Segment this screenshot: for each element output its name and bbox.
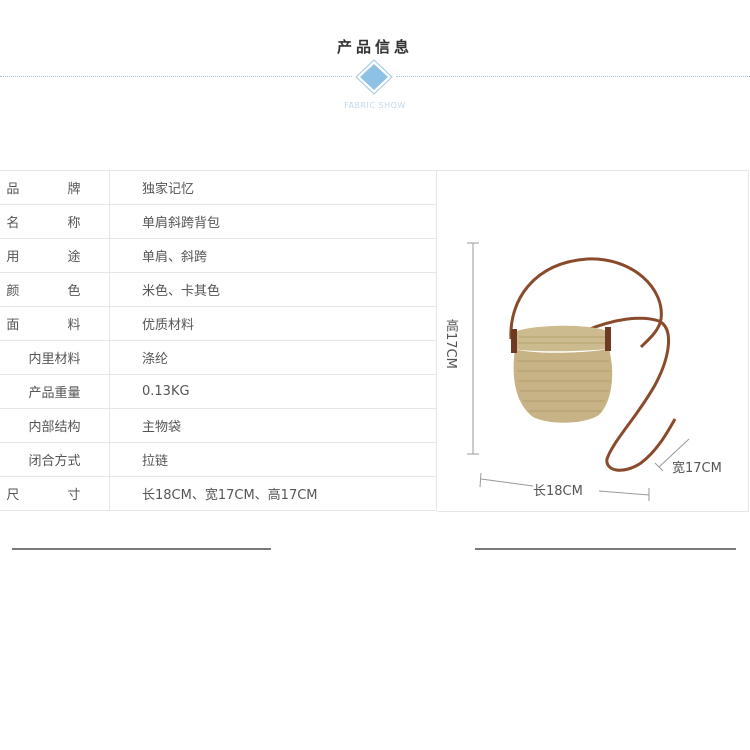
spec-value-name: 单肩斜跨背包 — [109, 204, 437, 239]
spec-value-size: 长18CM、宽17CM、高17CM — [109, 476, 437, 511]
spec-key-brand: 品 牌 — [0, 170, 110, 205]
spec-value-color: 米色、卡其色 — [109, 272, 437, 307]
spec-value-usage: 单肩、斜跨 — [109, 238, 437, 273]
table-row: 名 称 单肩斜跨背包 — [0, 204, 437, 239]
spec-key-structure: 内部结构 — [0, 408, 110, 443]
table-row: 内部结构 主物袋 — [0, 408, 437, 443]
spec-key-lining: 内里材料 — [0, 340, 110, 375]
spec-value-material: 优质材料 — [109, 306, 437, 341]
product-image-panel: 高17CM 长18CM 宽17CM — [437, 170, 749, 512]
spec-key-closure: 闭合方式 — [0, 442, 110, 477]
footer-divider-left — [12, 548, 271, 550]
spec-table: 品 牌 独家记忆 名 称 单肩斜跨背包 用 途 单肩、斜跨 颜 色 米色、卡其色… — [0, 170, 437, 511]
spec-value-closure: 拉链 — [109, 442, 437, 477]
spec-value-lining: 涤纶 — [109, 340, 437, 375]
spec-key-color: 颜 色 — [0, 272, 110, 307]
table-row: 闭合方式 拉链 — [0, 442, 437, 477]
header-divider-right — [396, 76, 750, 77]
table-row: 面 料 优质材料 — [0, 306, 437, 341]
diamond-ornament-icon — [352, 58, 396, 98]
table-row: 内里材料 涤纶 — [0, 340, 437, 375]
height-dimension-label: 高17CM — [443, 319, 458, 369]
spec-value-brand: 独家记忆 — [109, 170, 437, 205]
section-title: 产品信息 — [336, 38, 413, 56]
width-dimension-label: 宽17CM — [672, 461, 722, 476]
spec-key-weight: 产品重量 — [0, 374, 110, 409]
header-divider-left — [0, 76, 352, 77]
footer-divider-right — [475, 548, 736, 550]
table-row: 用 途 单肩、斜跨 — [0, 238, 437, 273]
length-dimension-label: 长18CM — [533, 484, 583, 499]
spec-key-material: 面 料 — [0, 306, 110, 341]
table-row: 产品重量 0.13KG — [0, 374, 437, 409]
table-row: 尺 寸 长18CM、宽17CM、高17CM — [0, 476, 437, 511]
section-subtitle: FABRIC SHOW — [344, 101, 406, 110]
spec-value-weight: 0.13KG — [109, 374, 437, 409]
spec-value-structure: 主物袋 — [109, 408, 437, 443]
spec-key-size: 尺 寸 — [0, 476, 110, 511]
table-row: 颜 色 米色、卡其色 — [0, 272, 437, 307]
table-row: 品 牌 独家记忆 — [0, 170, 437, 205]
spec-key-name: 名 称 — [0, 204, 110, 239]
spec-key-usage: 用 途 — [0, 238, 110, 273]
